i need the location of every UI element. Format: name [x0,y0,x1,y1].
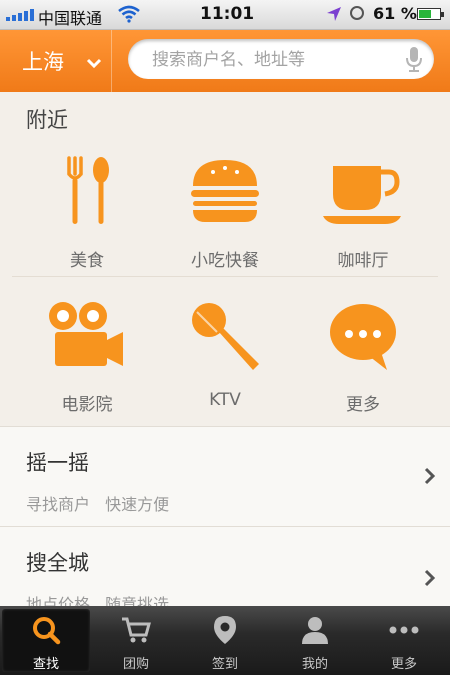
cart-icon [121,615,151,645]
row-subtitle: 寻找商户 快速方便 [26,495,170,514]
tab-groupbuy[interactable]: 团购 [92,609,180,672]
row-title: 摇一摇 [26,451,89,475]
category-ktv[interactable]: KTV [150,298,300,428]
city-search-row[interactable]: 搜全城 地点价格 随意挑选 [0,526,450,607]
microphone-icon [187,298,263,374]
location-pin-icon [210,615,240,645]
tab-more[interactable]: 更多 [360,609,448,672]
tab-label: 查找 [32,657,59,672]
battery-percent: 61 % [373,4,417,23]
row-title: 搜全城 [26,551,89,575]
location-arrow-icon [326,6,342,26]
status-bar: 中国联通 11:01 61 % [0,0,450,30]
burger-icon [187,154,263,230]
movie-camera-icon [49,298,125,374]
search-icon [31,615,61,645]
category-cafe[interactable]: 咖啡厅 [288,154,438,284]
coffee-cup-icon [323,154,401,230]
search-input[interactable] [150,44,394,76]
battery-icon [417,8,444,20]
clock-time: 11:01 [200,4,255,24]
tab-bar: 查找 团购 签到 我的 更多 [0,606,450,675]
wifi-icon [118,5,140,27]
user-icon [300,615,330,645]
category-snack[interactable]: 小吃快餐 [150,154,300,284]
tab-mine[interactable]: 我的 [271,609,359,672]
search-box[interactable] [128,39,434,79]
tab-label: 签到 [211,657,238,672]
tab-label: 我的 [301,657,328,672]
chat-bubble-icon [325,298,401,374]
tab-search[interactable]: 查找 [2,609,90,672]
carrier-name: 中国联通 [38,9,103,28]
tab-label: 团购 [122,657,149,672]
category-label: KTV [209,390,241,410]
category-label: 更多 [346,395,380,415]
signal-icon [6,9,34,21]
more-dots-icon [389,615,419,645]
alarm-icon [350,6,364,20]
row-subtitle: 地点价格 随意挑选 [26,595,170,607]
nearby-section: 附近 美食 小吃快餐 咖啡厅 电影院 KTV 更多 [0,92,450,426]
city-selector[interactable]: 上海 [0,30,112,92]
section-title: 附近 [26,108,68,132]
chevron-right-icon [424,467,436,489]
shake-row[interactable]: 摇一摇 寻找商户 快速方便 [0,426,450,527]
category-label: 小吃快餐 [191,251,259,271]
category-label: 咖啡厅 [337,251,389,271]
header-bar: 上海 [0,30,450,92]
divider [12,276,438,277]
tab-checkin[interactable]: 签到 [181,609,269,672]
category-more[interactable]: 更多 [288,298,438,428]
category-label: 电影院 [61,395,113,415]
category-food[interactable]: 美食 [12,154,162,284]
tab-label: 更多 [390,657,417,672]
chevron-right-icon [424,569,436,591]
chevron-down-icon [86,52,102,76]
category-label: 美食 [70,251,104,271]
microphone-icon[interactable] [406,47,422,77]
city-name: 上海 [22,50,64,74]
category-cinema[interactable]: 电影院 [12,298,162,428]
fork-spoon-icon [49,154,125,230]
